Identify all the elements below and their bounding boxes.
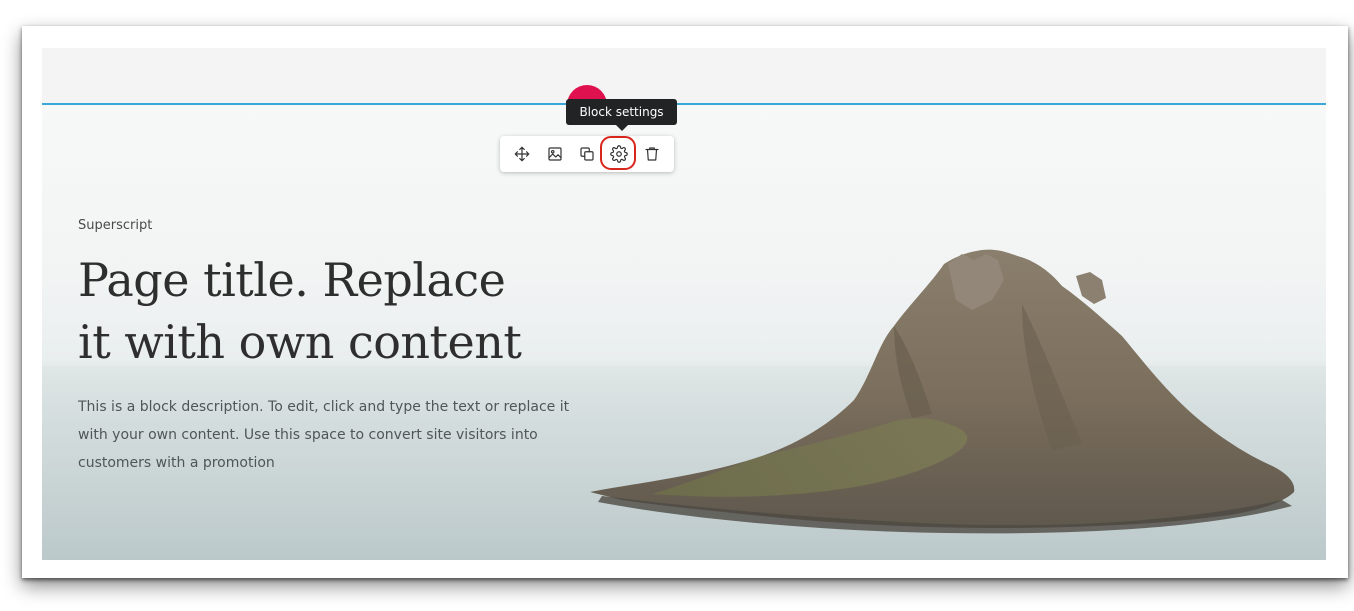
duplicate-icon xyxy=(580,147,594,161)
hero-title[interactable]: Page title. Replace it with own content xyxy=(78,249,598,373)
block-settings-tooltip: Block settings xyxy=(566,99,677,125)
move-button[interactable] xyxy=(509,141,535,167)
page-header-block[interactable] xyxy=(42,48,1326,104)
hero-title-line-2: it with own content xyxy=(78,315,522,369)
hero-title-line-1: Page title. Replace xyxy=(78,253,506,307)
gear-icon xyxy=(610,145,629,163)
block-toolbar xyxy=(500,136,674,172)
delete-button[interactable] xyxy=(639,141,665,167)
hero-superscript[interactable]: Superscript xyxy=(78,218,598,233)
image-icon xyxy=(547,147,562,161)
image-button[interactable] xyxy=(542,141,568,167)
duplicate-button[interactable] xyxy=(574,141,600,167)
block-settings-button[interactable] xyxy=(600,136,637,170)
hero-description[interactable]: This is a block description. To edit, cl… xyxy=(78,393,578,477)
hero-text-group: Superscript Page title. Replace it with … xyxy=(78,218,598,477)
block-selection-line xyxy=(42,103,1326,105)
move-icon xyxy=(514,146,530,162)
trash-icon xyxy=(645,147,659,161)
tooltip-arrow xyxy=(616,125,628,131)
